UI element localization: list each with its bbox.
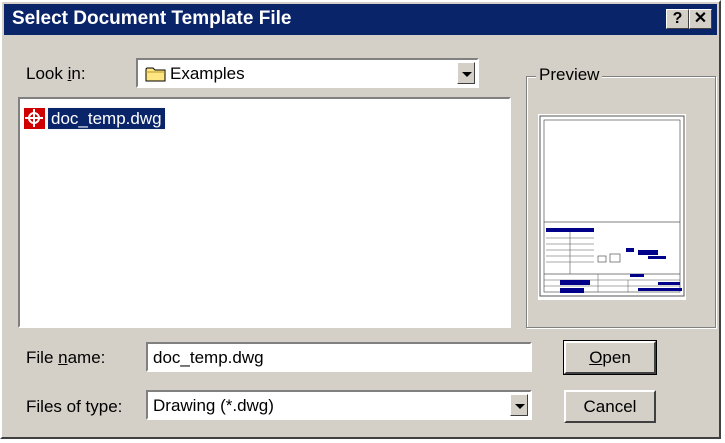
- look-in-dropdown-arrow[interactable]: [457, 62, 475, 84]
- open-button[interactable]: Open: [563, 340, 657, 375]
- look-in-label: Look in:: [26, 64, 86, 83]
- dialog-title: Select Document Template File: [12, 8, 292, 29]
- help-button[interactable]: ?: [666, 9, 689, 29]
- folder-icon: [145, 65, 167, 87]
- file-list[interactable]: doc_temp.dwg: [18, 97, 511, 328]
- dwg-file-icon: [24, 108, 46, 135]
- list-item[interactable]: doc_temp.dwg: [24, 107, 184, 130]
- file-name-label: File name:: [26, 348, 106, 367]
- close-icon: ✕: [693, 10, 708, 27]
- look-in-value: Examples: [170, 64, 245, 83]
- close-button[interactable]: ✕: [689, 9, 712, 29]
- help-icon: ?: [672, 10, 683, 27]
- title-bar[interactable]: Select Document Template File ? ✕: [4, 4, 717, 35]
- preview-thumbnail: [538, 114, 686, 300]
- files-of-type-label: Files of type:: [26, 397, 123, 416]
- file-name-value: doc_temp.dwg: [153, 348, 264, 367]
- files-of-type-combo[interactable]: Drawing (*.dwg): [146, 390, 532, 420]
- files-of-type-dropdown-arrow[interactable]: [510, 394, 528, 416]
- look-in-combo[interactable]: Examples: [136, 58, 479, 88]
- files-of-type-value: Drawing (*.dwg): [153, 396, 274, 415]
- file-name-input[interactable]: doc_temp.dwg: [146, 342, 532, 372]
- select-template-dialog: Select Document Template File ? ✕ Look i…: [0, 0, 721, 439]
- cancel-button[interactable]: Cancel: [564, 390, 656, 423]
- file-name-text: doc_temp.dwg: [47, 107, 166, 130]
- preview-label: Preview: [536, 65, 603, 85]
